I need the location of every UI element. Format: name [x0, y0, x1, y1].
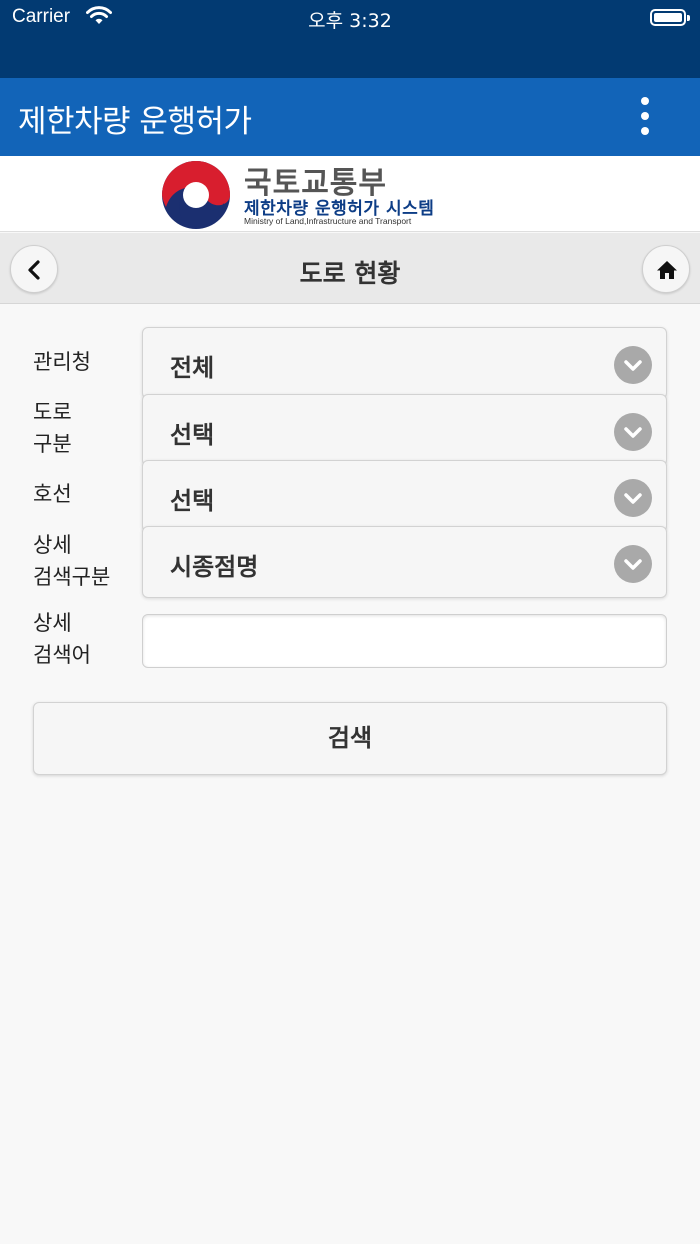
detail-type-select-value: 시종점명 [170, 553, 259, 581]
battery-icon [650, 9, 690, 26]
chevron-down-icon [614, 479, 652, 517]
app-header: 제한차량 운행허가 [0, 78, 700, 156]
home-button[interactable] [642, 245, 690, 293]
kebab-menu-icon[interactable] [630, 94, 660, 138]
route-select[interactable]: 선택 [142, 460, 667, 532]
detail-type-label: 상세 검색구분 [33, 529, 110, 593]
road-type-label-line2: 구분 [33, 432, 72, 456]
keyword-label-line2: 검색어 [33, 643, 91, 667]
search-button[interactable]: 검색 [33, 702, 667, 775]
road-type-select[interactable]: 선택 [142, 394, 667, 466]
status-time: 오후 3:32 [308, 10, 392, 32]
chevron-down-icon [614, 545, 652, 583]
office-select[interactable]: 전체 [142, 327, 667, 399]
office-label: 관리청 [33, 350, 91, 374]
detail-type-label-line2: 검색구분 [33, 565, 111, 589]
app-title: 제한차량 운행허가 [18, 104, 252, 140]
keyword-label: 상세 검색어 [33, 607, 91, 671]
road-type-select-value: 선택 [170, 421, 215, 449]
chevron-down-icon [614, 413, 652, 451]
ministry-english-name: Ministry of Land,Infrastructure and Tran… [244, 216, 412, 226]
status-bar: Carrier 오후 3:32 [0, 0, 700, 78]
chevron-down-icon [614, 346, 652, 384]
detail-type-label-line1: 상세 [33, 533, 72, 557]
road-type-label: 도로 구분 [33, 396, 72, 460]
office-select-value: 전체 [170, 354, 215, 382]
keyword-input[interactable] [142, 614, 667, 668]
page-title: 도로 현황 [299, 259, 401, 288]
road-type-label-line1: 도로 [33, 400, 72, 424]
ministry-emblem-icon [162, 161, 230, 229]
keyword-label-line1: 상세 [33, 611, 72, 635]
home-icon [657, 261, 677, 279]
route-label: 호선 [33, 482, 72, 506]
detail-type-select[interactable]: 시종점명 [142, 526, 667, 598]
route-select-value: 선택 [170, 487, 215, 515]
